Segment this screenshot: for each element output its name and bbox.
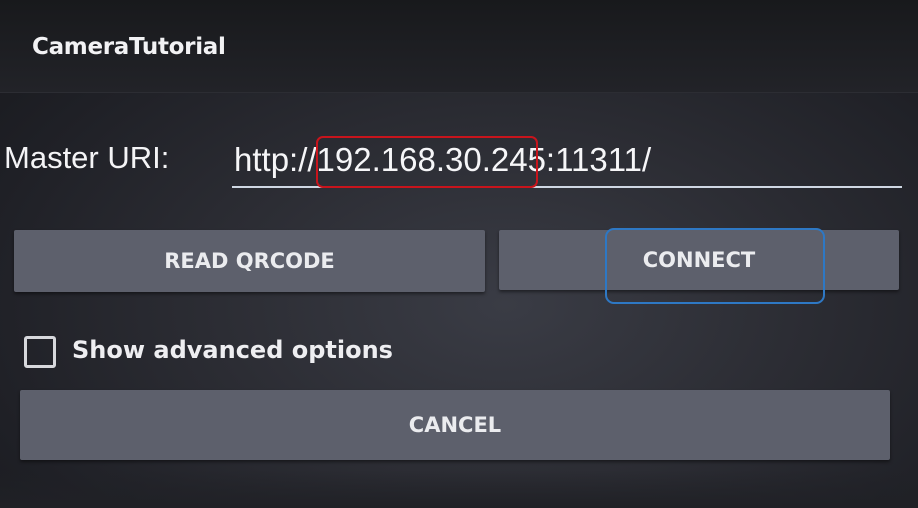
- ip-address-highlight: [316, 136, 538, 188]
- dialog-screen: CameraTutorial Master URI: READ QRCODE C…: [0, 0, 918, 508]
- show-advanced-checkbox[interactable]: [24, 336, 56, 368]
- title-bar: CameraTutorial: [0, 0, 918, 93]
- read-qrcode-button[interactable]: READ QRCODE: [14, 230, 485, 292]
- show-advanced-label[interactable]: Show advanced options: [72, 336, 393, 364]
- master-uri-label: Master URI:: [4, 140, 170, 175]
- cancel-button[interactable]: CANCEL: [20, 390, 890, 460]
- app-title: CameraTutorial: [32, 34, 226, 60]
- connect-highlight: [605, 228, 825, 304]
- bottom-edge: [0, 470, 918, 508]
